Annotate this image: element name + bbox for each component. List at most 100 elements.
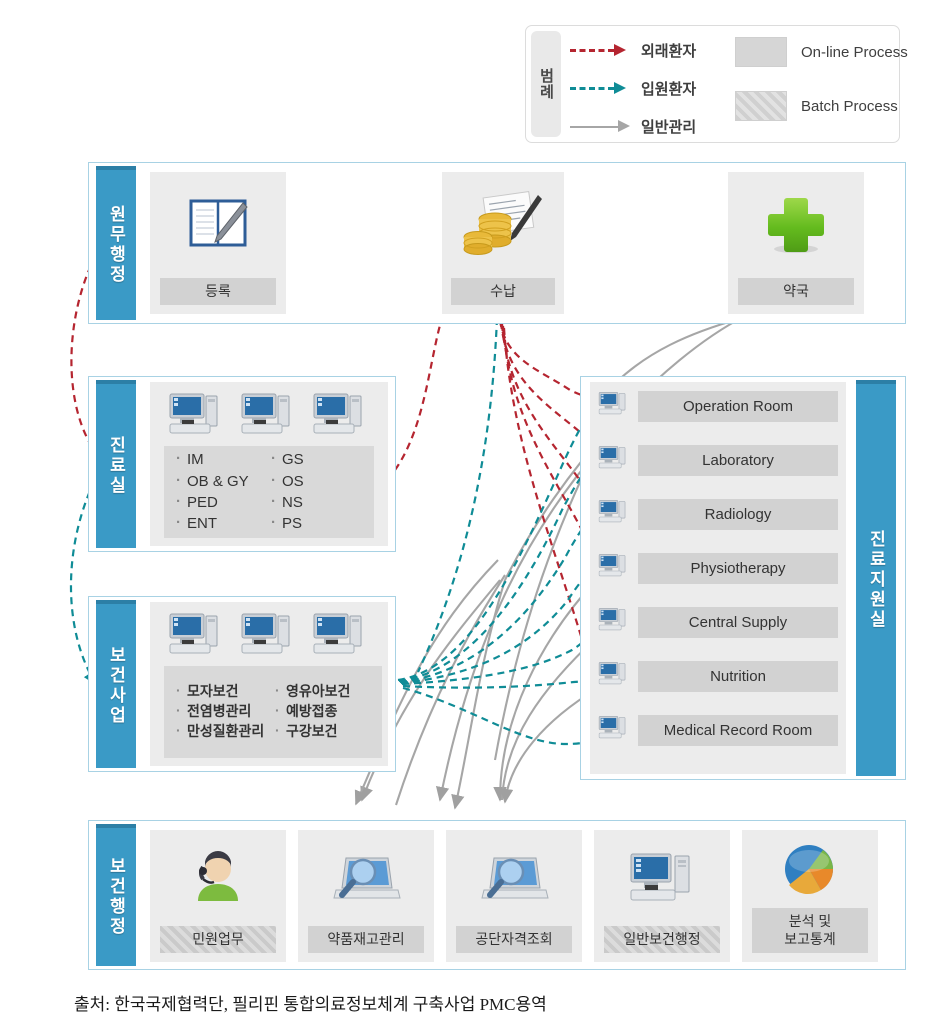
workstation-icon (598, 714, 630, 747)
pie-chart-icon (742, 830, 878, 908)
legend-process-label: On-line Process (801, 43, 908, 61)
section-label-health-program: 보건사업 (96, 600, 136, 768)
list-item: GS (269, 448, 364, 470)
diagram-root: 범례 외래환자 입원환자 일반관리 On-line Process Batch … (0, 0, 936, 1034)
clinic-card: IM OB & GY PED ENT GS OS NS PS (150, 382, 388, 546)
clinical-support-list: Operation Room Laboratory Radiology Phys… (590, 382, 846, 774)
support-room-medical-record-room[interactable]: Medical Record Room (598, 714, 838, 747)
list-item: OS (269, 470, 364, 492)
clinic-workstations (168, 390, 370, 445)
health-program-departments-right: 영유아보건 예방접종 구강보건 (273, 674, 372, 750)
card-registration[interactable]: 등록 (150, 172, 286, 314)
clinic-department-list: IM OB & GY PED ENT GS OS NS PS (164, 446, 374, 538)
health-program-workstations (168, 610, 370, 665)
card-caption: 수납 (450, 277, 556, 305)
support-room-label: Physiotherapy (638, 553, 838, 584)
list-item: OB & GY (174, 470, 269, 492)
health-program-card: 모자보건 전염병관리 만성질환관리 영유아보건 예방접종 구강보건 (150, 602, 388, 766)
legend-process-batch: Batch Process (735, 91, 898, 121)
card-caption: 분석 및 보고통계 (751, 908, 869, 953)
support-room-label: Radiology (638, 499, 838, 530)
list-item: 구강보건 (273, 721, 372, 742)
card-caption: 공단자격조회 (455, 925, 573, 953)
workstation-icon (598, 390, 630, 423)
workstation-icon (598, 498, 630, 531)
workstation-icon (312, 390, 370, 445)
dashed-arrow-icon (570, 82, 632, 94)
support-room-physiotherapy[interactable]: Physiotherapy (598, 552, 838, 585)
legend-flow-inpatient: 입원환자 (570, 75, 696, 101)
notebook-pen-icon (150, 172, 286, 278)
support-room-nutrition[interactable]: Nutrition (598, 660, 838, 693)
card-civil-affairs[interactable]: 민원업무 (150, 830, 286, 962)
card-payment[interactable]: 수납 (442, 172, 564, 314)
headset-agent-icon (150, 830, 286, 926)
health-program-department-list: 모자보건 전염병관리 만성질환관리 영유아보건 예방접종 구강보건 (164, 666, 382, 758)
list-item: 전염병관리 (174, 701, 273, 722)
card-caption: 일반보건행정 (603, 925, 721, 953)
support-room-laboratory[interactable]: Laboratory (598, 444, 838, 477)
list-item: NS (269, 491, 364, 513)
legend-flow-label: 외래환자 (641, 42, 697, 60)
legend-title: 범례 (537, 68, 555, 100)
card-pharmacy[interactable]: 약국 (728, 172, 864, 314)
list-item: 영유아보건 (273, 681, 372, 702)
list-item: IM (174, 448, 269, 470)
workstation-icon (168, 610, 226, 665)
dashed-arrow-icon (570, 44, 632, 56)
legend-process-label: Batch Process (801, 97, 898, 115)
legend-flow-label: 입원환자 (641, 80, 697, 98)
card-insurance-lookup[interactable]: 공단자격조회 (446, 830, 582, 962)
card-caption: 약국 (737, 277, 855, 305)
laptop-search-icon (446, 830, 582, 926)
support-room-label: Medical Record Room (638, 715, 838, 746)
legend-flow-label: 일반관리 (641, 118, 697, 136)
workstation-icon (240, 390, 298, 445)
workstation-icon (598, 444, 630, 477)
health-program-departments-left: 모자보건 전염병관리 만성질환관리 (174, 674, 273, 750)
support-room-label: Operation Room (638, 391, 838, 422)
card-general-health-admin[interactable]: 일반보건행정 (594, 830, 730, 962)
list-item: PS (269, 512, 364, 534)
legend-flow-outpatient: 외래환자 (570, 37, 696, 63)
workstation-icon (598, 606, 630, 639)
online-process-swatch-icon (735, 37, 787, 67)
support-room-label: Central Supply (638, 607, 838, 638)
desktop-tower-icon (594, 830, 730, 926)
workstation-icon (168, 390, 226, 445)
workstation-icon (240, 610, 298, 665)
legend-rows: 외래환자 입원환자 일반관리 On-line Process Batch Pro… (570, 31, 908, 139)
clinic-departments-right: GS OS NS PS (269, 448, 364, 533)
coins-invoice-icon (442, 172, 564, 278)
card-caption: 약품재고관리 (307, 925, 425, 953)
batch-process-swatch-icon (735, 91, 787, 121)
support-room-central-supply[interactable]: Central Supply (598, 606, 838, 639)
list-item: PED (174, 491, 269, 513)
solid-arrow-icon (570, 120, 632, 132)
legend-flow-general: 일반관리 (570, 113, 696, 139)
workstation-icon (312, 610, 370, 665)
support-room-label: Laboratory (638, 445, 838, 476)
list-item: 모자보건 (174, 681, 273, 702)
list-item: ENT (174, 512, 269, 534)
section-label-clinical-support: 진료지원실 (856, 380, 896, 776)
card-analysis-statistics[interactable]: 분석 및 보고통계 (742, 830, 878, 962)
section-label-health-administration: 보건행정 (96, 824, 136, 966)
legend-process-online: On-line Process (735, 37, 908, 67)
card-caption: 민원업무 (159, 925, 277, 953)
workstation-icon (598, 660, 630, 693)
card-drug-inventory[interactable]: 약품재고관리 (298, 830, 434, 962)
source-caption: 출처: 한국국제협력단, 필리핀 통합의료정보체계 구축사업 PMC용역 (74, 995, 547, 1014)
green-cross-icon (728, 172, 864, 278)
support-room-label: Nutrition (638, 661, 838, 692)
support-room-radiology[interactable]: Radiology (598, 498, 838, 531)
list-item: 만성질환관리 (174, 721, 273, 742)
laptop-search-icon (298, 830, 434, 926)
clinic-departments-left: IM OB & GY PED ENT (174, 448, 269, 533)
section-label-administration: 원무행정 (96, 166, 136, 320)
section-label-clinic: 진료실 (96, 380, 136, 548)
card-caption: 등록 (159, 277, 277, 305)
support-room-operation-room[interactable]: Operation Room (598, 390, 838, 423)
list-item: 예방접종 (273, 701, 372, 722)
legend-title-tab: 범례 (531, 31, 561, 137)
